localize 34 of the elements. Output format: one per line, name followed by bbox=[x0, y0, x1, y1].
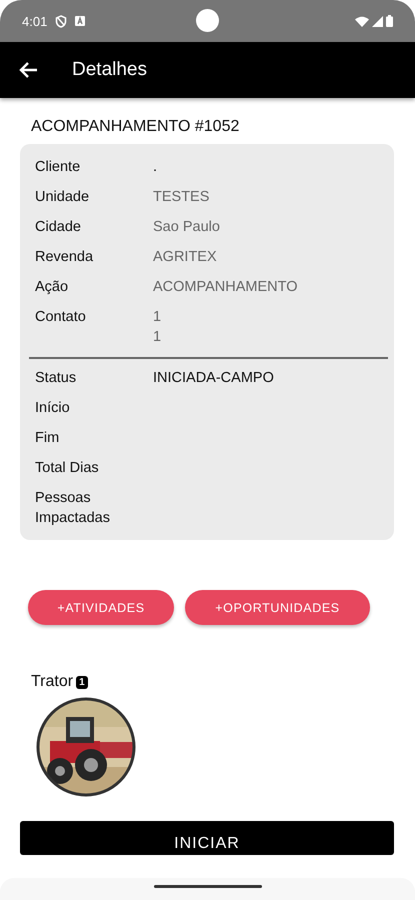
back-button[interactable] bbox=[18, 61, 38, 79]
field-value: 1 1 bbox=[153, 308, 162, 347]
start-button[interactable]: INICIAR bbox=[20, 821, 394, 855]
field-label: Fim bbox=[35, 429, 60, 448]
field-value: AGRITEX bbox=[153, 248, 218, 267]
field-value: Sao Paulo bbox=[153, 218, 221, 237]
field-label: Total Dias bbox=[35, 459, 100, 478]
field-value: TESTES bbox=[153, 188, 210, 207]
field-label: Pessoas Impactadas bbox=[35, 489, 111, 528]
shield-icon bbox=[55, 14, 68, 28]
equipment-label: Trator bbox=[31, 673, 74, 691]
signal-icon bbox=[372, 16, 383, 26]
field-label: Unidade bbox=[35, 188, 90, 207]
notification-icon bbox=[75, 16, 86, 26]
record-heading: ACOMPANHAMENTO #1052 bbox=[31, 118, 240, 136]
battery-icon bbox=[386, 15, 393, 27]
field-label: Início bbox=[35, 399, 71, 418]
field-value: ACOMPANHAMENTO bbox=[153, 278, 298, 297]
field-label: Ação bbox=[35, 278, 70, 297]
field-label: Cidade bbox=[35, 218, 82, 237]
field-label: Cliente bbox=[35, 158, 82, 177]
home-handle[interactable] bbox=[154, 885, 262, 888]
field-label: Revenda bbox=[35, 248, 94, 267]
field-value: INICIADA-CAMPO bbox=[153, 369, 275, 388]
field-value: . bbox=[153, 158, 158, 177]
field-label: Status bbox=[35, 369, 78, 388]
status-time: 4:01 bbox=[22, 14, 48, 28]
wifi-icon bbox=[355, 16, 369, 26]
field-label: Contato bbox=[35, 308, 87, 327]
count-badge: 1 bbox=[76, 676, 88, 688]
action-button[interactable]: +OPORTUNIDADES bbox=[185, 590, 370, 625]
action-button[interactable]: +ATIVIDADES bbox=[28, 590, 174, 625]
screen-title: Detalhes bbox=[72, 59, 147, 81]
camera-icon bbox=[196, 9, 219, 32]
